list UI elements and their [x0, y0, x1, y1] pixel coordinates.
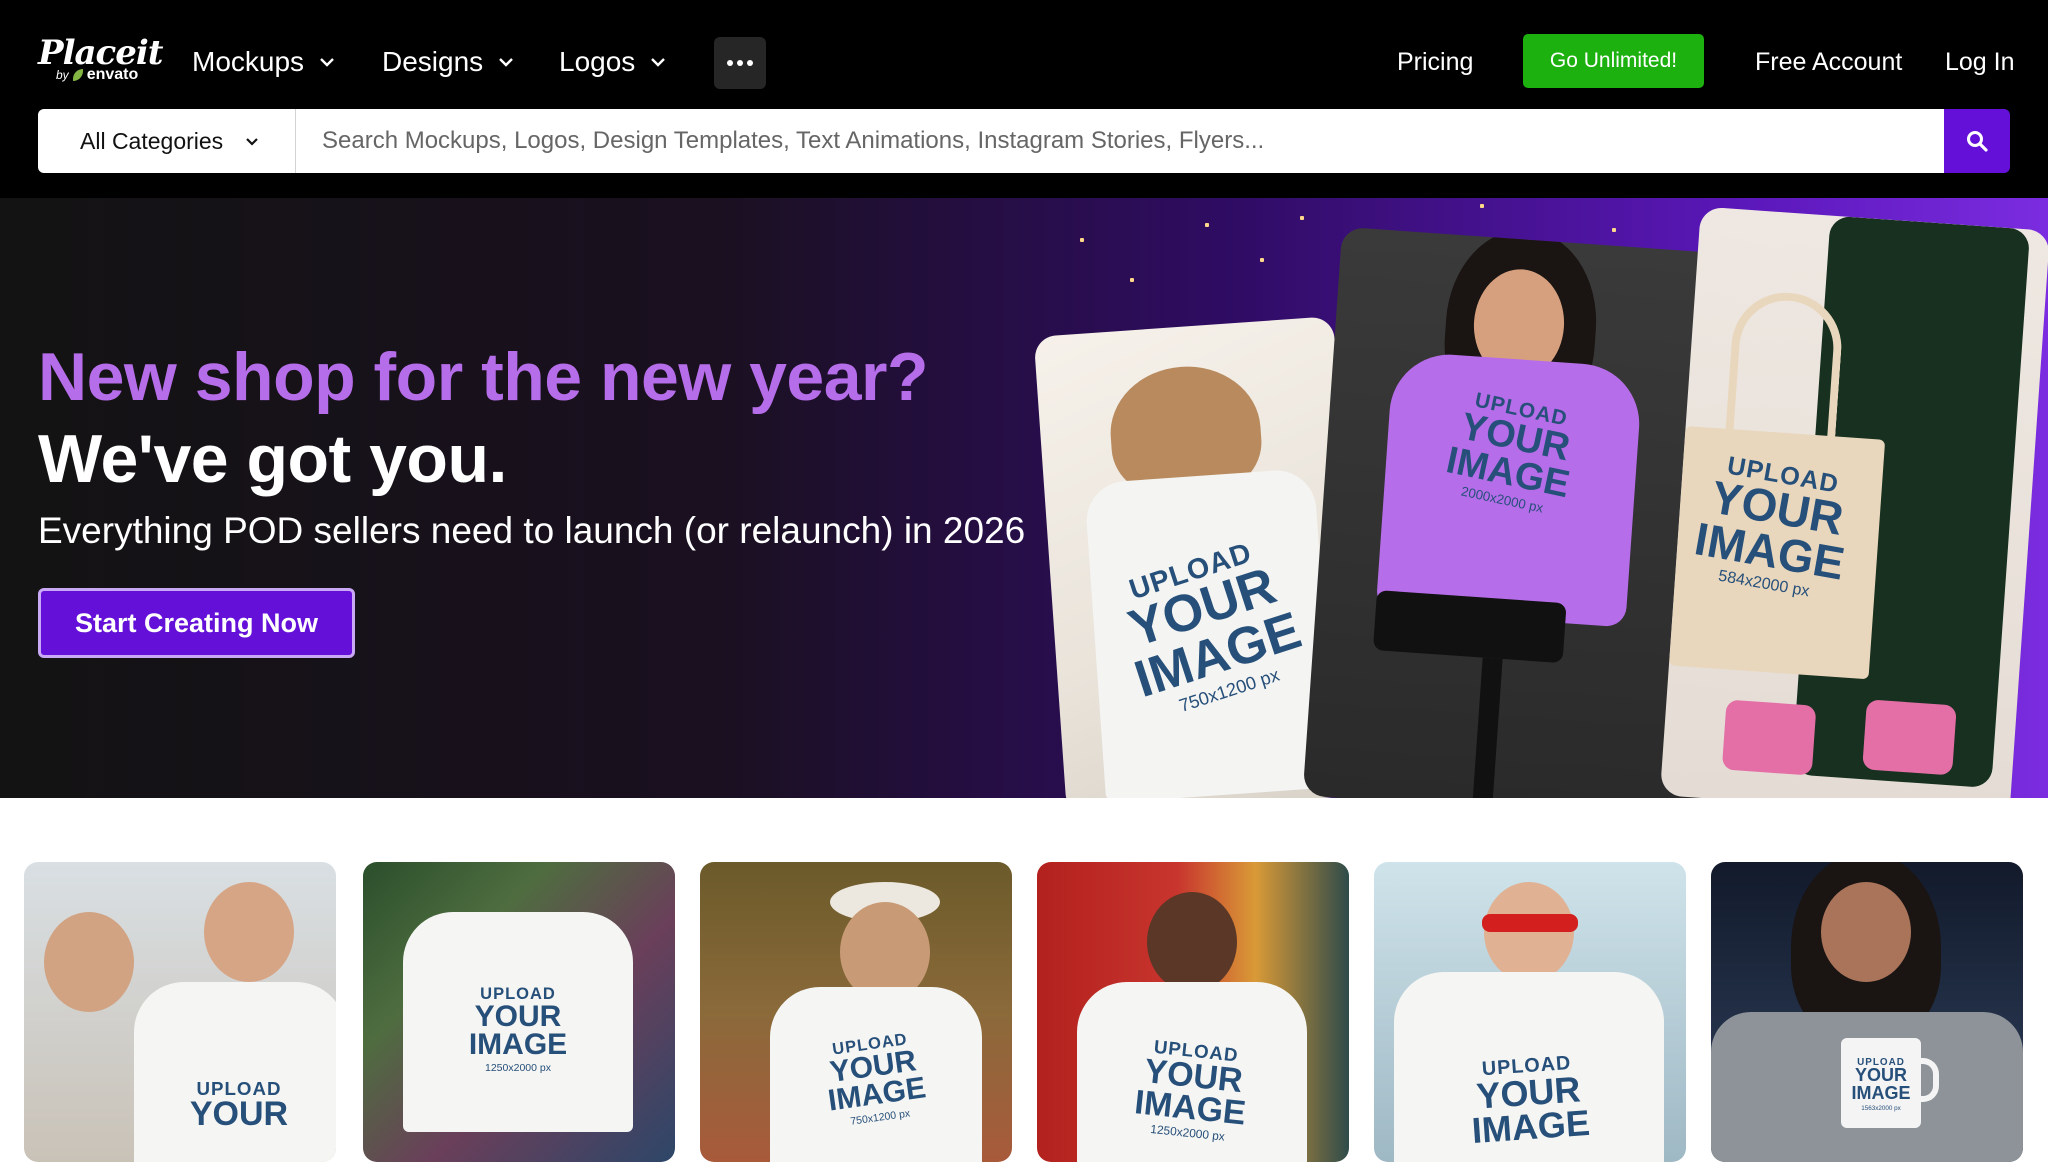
mockup-tile-graffiti-tee[interactable]: UPLOAD YOUR IMAGE 1250x2000 px	[363, 862, 675, 1162]
envato-leaf-icon	[72, 69, 83, 81]
skirt-shape	[1372, 590, 1567, 664]
model-face	[44, 912, 134, 1012]
nav-designs[interactable]: Designs	[382, 40, 515, 84]
model-face	[1147, 892, 1237, 992]
print-area-placeholder: UPLOAD YOUR IMAGE 1563x2000 px	[1851, 1057, 1911, 1112]
logo-by-text: by	[56, 68, 69, 82]
chevron-down-icon	[320, 58, 334, 67]
start-creating-button[interactable]: Start Creating Now	[38, 588, 355, 658]
print-area-placeholder: UPLOAD YOUR IMAGE	[1470, 1051, 1592, 1151]
hero-subtitle: Everything POD sellers need to launch (o…	[38, 510, 1026, 551]
search-input[interactable]	[296, 109, 1944, 173]
print-area-placeholder: UPLOAD YOUR	[189, 1078, 289, 1133]
go-unlimited-button[interactable]: Go Unlimited!	[1523, 34, 1704, 88]
print-area-placeholder: UPLOAD YOUR IMAGE 1250x2000 px	[1132, 1035, 1248, 1144]
log-in-link[interactable]: Log In	[1945, 40, 2015, 84]
mockup-card-tote-bag[interactable]: UPLOAD YOUR IMAGE 584x2000 px	[1659, 206, 2048, 798]
category-dropdown-label: All Categories	[80, 127, 224, 154]
hero-title-line-1: New shop for the new year?	[38, 339, 929, 415]
nav-designs-label: Designs	[382, 46, 484, 77]
confetti-sparkle	[1300, 216, 1304, 220]
mockup-tile-braids-woman[interactable]: UPLOAD YOUR IMAGE 1250x2000 px	[1037, 862, 1349, 1162]
nav-logos-label: Logos	[559, 46, 636, 77]
placeit-logo[interactable]: Placeit by envato	[38, 34, 163, 84]
more-menu-button[interactable]	[714, 37, 766, 89]
hero-title-line-2: We've got you.	[38, 421, 507, 497]
nav-mockups[interactable]: Mockups	[192, 40, 336, 84]
chevron-down-icon	[246, 138, 258, 146]
ellipsis-dot	[737, 60, 743, 66]
sunglasses-shape	[1482, 914, 1578, 932]
pricing-link[interactable]: Pricing	[1397, 40, 1473, 84]
tshirt-shape	[134, 982, 336, 1162]
mockup-gallery: UPLOAD YOUR UPLOAD YOUR IMAGE 1250x2000 …	[0, 862, 2048, 1162]
print-area-placeholder: UPLOAD YOUR IMAGE 1250x2000 px	[468, 985, 568, 1074]
ellipsis-dot	[727, 60, 733, 66]
chevron-down-icon	[651, 58, 666, 67]
model-face	[1484, 882, 1574, 982]
mockup-tile-couple[interactable]: UPLOAD YOUR	[24, 862, 336, 1162]
logo-partner-text: envato	[86, 66, 139, 83]
mockup-tile-sunglasses-woman[interactable]: UPLOAD YOUR IMAGE	[1374, 862, 1686, 1162]
pink-boot	[1862, 699, 1957, 776]
site-header: Placeit by envato Mockups Designs Logos …	[0, 0, 2048, 198]
pink-boot	[1721, 699, 1817, 776]
hero-banner: New shop for the new year? We've got you…	[0, 198, 2048, 798]
search-bar: All Categories	[38, 109, 2010, 173]
mockup-tile-hat-woman[interactable]: UPLOAD YOUR IMAGE 750x1200 px	[700, 862, 1012, 1162]
confetti-sparkle	[1130, 278, 1134, 282]
logo-byline: by envato	[56, 66, 138, 84]
confetti-sparkle	[1260, 258, 1264, 262]
confetti-sparkle	[1205, 223, 1209, 227]
model-face	[204, 882, 294, 982]
free-account-link[interactable]: Free Account	[1755, 40, 1902, 84]
category-dropdown[interactable]: All Categories	[38, 109, 296, 173]
chevron-down-icon	[499, 58, 514, 67]
confetti-sparkle	[1612, 228, 1616, 232]
stool-shape	[1471, 657, 1503, 798]
confetti-sparkle	[1480, 204, 1484, 208]
ellipsis-dot	[747, 60, 753, 66]
mockup-tile-mug-woman[interactable]: UPLOAD YOUR IMAGE 1563x2000 px	[1711, 862, 2023, 1162]
confetti-sparkle	[1080, 238, 1084, 242]
search-icon	[1967, 131, 1988, 152]
nav-logos[interactable]: Logos	[559, 40, 667, 84]
model-face	[1821, 882, 1911, 982]
search-button[interactable]	[1944, 109, 2010, 173]
nav-mockups-label: Mockups	[192, 46, 305, 77]
